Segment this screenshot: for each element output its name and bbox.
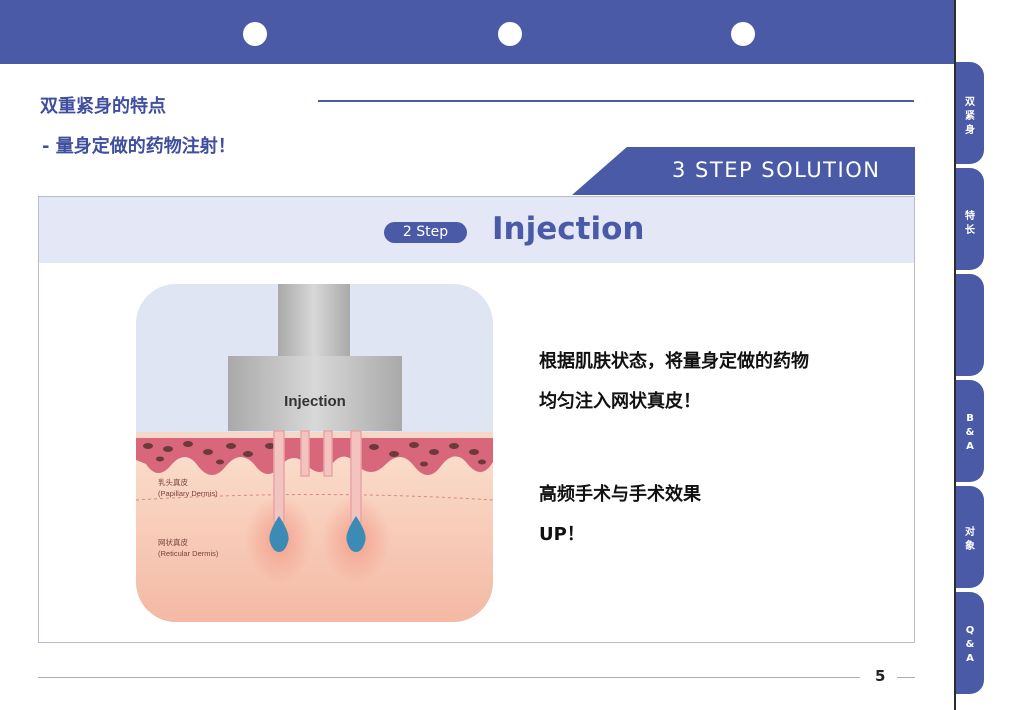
- side-tab-label: B & A: [965, 413, 975, 452]
- description-line-4: UP！: [539, 524, 585, 545]
- side-tab-features[interactable]: 特 长: [956, 168, 984, 270]
- description-line-2: 均匀注入网状真皮！: [539, 391, 701, 412]
- description-line-3: 高频手术与手术效果: [539, 484, 701, 505]
- side-tab-target[interactable]: 对 象: [956, 486, 984, 588]
- step-title: Injection: [492, 211, 645, 247]
- side-tab-twin-tight[interactable]: 双 紧 身: [956, 62, 984, 164]
- step-panel: 2 Step Injection Injection 乳头真皮 (Papilla…: [38, 196, 915, 643]
- page-title: 双重紧身的特点: [40, 96, 166, 117]
- binder-hole: [498, 22, 522, 46]
- panel-header: 2 Step Injection: [39, 197, 914, 263]
- solution-badge: 3 STEP SOLUTION: [572, 147, 915, 195]
- reticular-label-cn: 网状真皮: [158, 537, 188, 547]
- binder-hole: [731, 22, 755, 46]
- side-tab-label: 对 象: [965, 527, 975, 552]
- binder-hole: [243, 22, 267, 46]
- injection-diagram: Injection 乳头真皮 (Papillary Dermis) 网状真皮 (…: [136, 284, 493, 622]
- side-tab-before-after[interactable]: B & A: [956, 380, 984, 482]
- side-tab-label: 特 长: [965, 211, 975, 236]
- side-tab-qa[interactable]: Q & A: [956, 592, 984, 694]
- reticular-label-en: (Reticular Dermis): [158, 549, 219, 558]
- solution-badge-label: 3 STEP SOLUTION: [672, 158, 881, 182]
- papillary-label-en: (Papillary Dermis): [158, 489, 218, 498]
- device-label: Injection: [284, 393, 346, 410]
- footer-rule: [38, 677, 860, 678]
- title-rule: [318, 100, 914, 102]
- injection-illustration: Injection 乳头真皮 (Papillary Dermis) 网状真皮 (…: [136, 284, 493, 622]
- page-subtitle: - 量身定做的药物注射！: [42, 136, 236, 157]
- side-tab-label: 双 紧 身: [965, 97, 975, 136]
- papillary-label-cn: 乳头真皮: [158, 477, 188, 487]
- footer-rule: [897, 677, 915, 678]
- page-number: 5: [875, 667, 886, 685]
- step-pill: 2 Step: [384, 222, 467, 243]
- side-tab-label: Q & A: [965, 625, 975, 664]
- top-band: [0, 0, 955, 64]
- description-line-1: 根据肌肤状态，将量身定做的药物: [539, 351, 809, 372]
- side-tab-blank[interactable]: [956, 274, 984, 376]
